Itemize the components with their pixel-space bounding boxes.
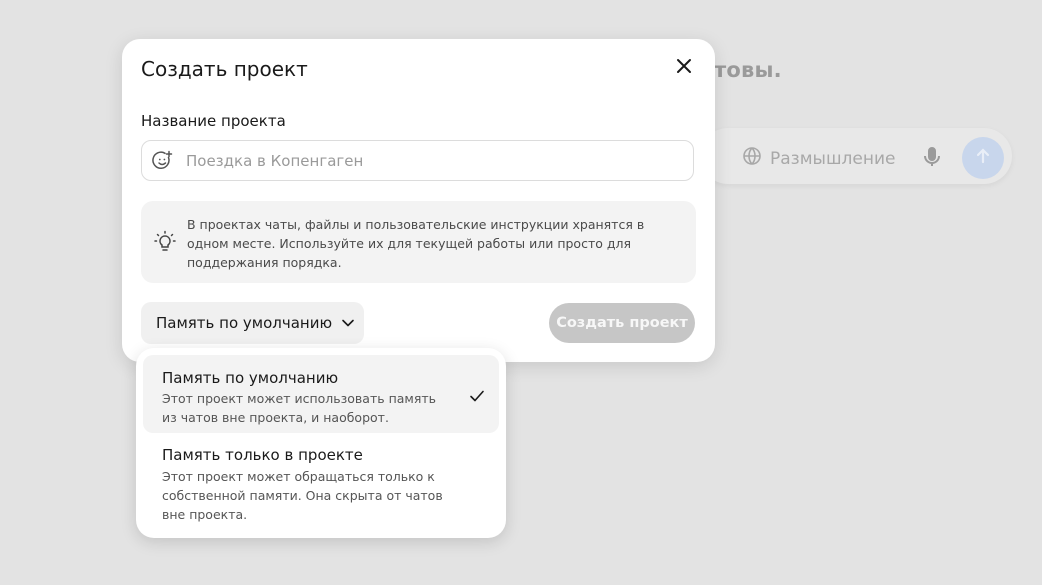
memory-dropdown: Память по умолчанию Этот проект может ис… xyxy=(136,348,506,538)
checkmark-icon xyxy=(469,388,485,408)
close-icon xyxy=(676,58,692,78)
project-name-field[interactable] xyxy=(141,140,694,181)
send-button xyxy=(962,137,1004,179)
think-toggle: Размышление xyxy=(742,146,895,171)
dialog-title: Создать проект xyxy=(141,57,308,81)
think-label: Размышление xyxy=(770,148,896,169)
option-title: Память по умолчанию xyxy=(162,369,339,387)
project-name-input[interactable] xyxy=(184,150,668,171)
memory-select-button[interactable]: Память по умолчанию xyxy=(141,302,364,344)
memory-select-label: Память по умолчанию xyxy=(156,314,333,332)
create-project-button[interactable]: Создать проект xyxy=(549,303,695,343)
chevron-down-icon xyxy=(341,316,355,330)
option-description: Этот проект может использовать память из… xyxy=(162,391,436,425)
background-heading: товы. xyxy=(714,58,782,82)
memory-option-default[interactable]: Память по умолчанию Этот проект может ис… xyxy=(143,355,499,433)
project-name-label: Название проекта xyxy=(141,112,286,130)
option-description: Этот проект может обращаться только к со… xyxy=(162,469,443,522)
create-project-dialog: Создать проект Название проекта Поездка … xyxy=(122,39,715,362)
arrow-up-icon xyxy=(974,147,992,169)
info-text: В проектах чаты, файлы и пользовательски… xyxy=(187,217,645,270)
emoji-add-icon[interactable] xyxy=(152,150,174,172)
lightbulb-icon xyxy=(153,230,177,258)
mic-icon xyxy=(920,145,944,173)
info-box: В проектах чаты, файлы и пользовательски… xyxy=(141,201,696,283)
memory-option-project-only[interactable]: Память только в проекте Этот проект може… xyxy=(143,438,499,530)
globe-icon xyxy=(742,146,762,171)
option-title: Память только в проекте xyxy=(162,446,363,464)
close-button[interactable] xyxy=(672,56,696,80)
